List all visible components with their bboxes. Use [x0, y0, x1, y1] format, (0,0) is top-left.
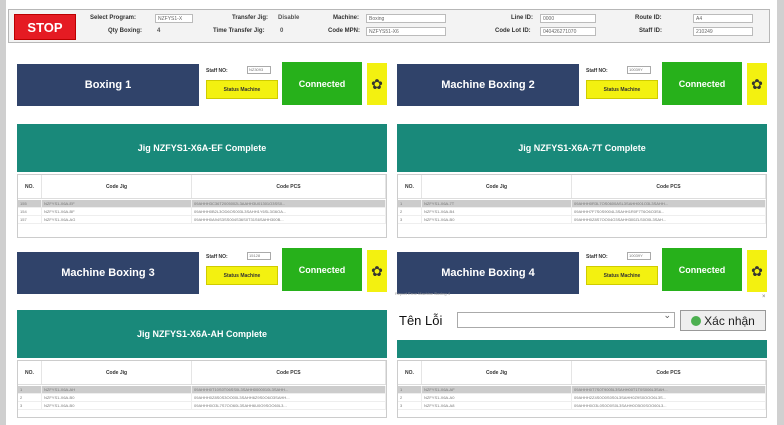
- table-row[interactable]: 2 NZFYS1-X6A-B0 09AHHH0Z8S0S3OO00L3SAHH6Z9…: [18, 394, 386, 402]
- col-code-jig: Code Jig: [422, 361, 572, 384]
- right-border: [777, 0, 784, 425]
- transfer-jig-value: Disable: [278, 15, 300, 21]
- confirm-label: Xác nhận: [704, 313, 755, 328]
- table-row[interactable]: 157 NZFYS1-X6A-AG 09AHHH0A94S3SS004S36S0T3…: [18, 216, 386, 224]
- col-no: NO.: [398, 175, 422, 198]
- status-machine-button-1[interactable]: Status Machine: [206, 80, 278, 99]
- jig-complete-header-1: Jig NZFYS1-X6A-EF Complete: [17, 124, 387, 172]
- close-icon[interactable]: ×: [762, 294, 766, 300]
- staff-no-field-4[interactable]: 10039Y: [627, 252, 651, 260]
- table-row[interactable]: 154 NZFYS1-X6A-BF 09AHHH0B2L3OD6OS003L3SAH…: [18, 208, 386, 216]
- left-border: [0, 0, 6, 425]
- time-transfer-value: 0: [280, 28, 284, 34]
- machine-field[interactable]: Boxing: [366, 14, 446, 23]
- connected-indicator-3: Connected: [282, 248, 362, 291]
- table-row[interactable]: 1 NZFYS1-X6A-7T 09AHHH0R3L7OS0600ASL3SAHH0…: [398, 200, 766, 208]
- table-row[interactable]: 1 NZFYS1-X6A-AF 09AHHH0T7S0T9005L3SAHH00T1…: [398, 386, 766, 394]
- code-lot-label: Code Lot ID:: [495, 28, 531, 34]
- table-4[interactable]: NO. Code Jig Code PCS 1 NZFYS1-X6A-AF 09AHHH…: [397, 360, 767, 418]
- jig-complete-header-3: Jig NZFYS1-X6A-AH Complete: [17, 310, 387, 358]
- table-row[interactable]: 155 NZFYS1-X6A-EF 09AHHH3C36T2005002L3AAHH…: [18, 200, 386, 208]
- connected-indicator-2: Connected: [662, 62, 742, 105]
- staff-no-label-1: Staff NO:: [206, 68, 228, 74]
- staff-no-field-2[interactable]: 10039Y: [627, 66, 651, 74]
- col-no: NO.: [18, 175, 42, 198]
- transfer-jig-label: Transfer Jig:: [232, 15, 269, 21]
- station-name-3: Machine Boxing 3: [17, 252, 199, 294]
- gear-icon[interactable]: ✿: [367, 250, 387, 292]
- table-row[interactable]: 2 NZFYS1-X6A-A0 09AHHH2Z4S0O0S0S0L3SAHH0Z9…: [398, 394, 766, 402]
- col-code-pcs: Code PCS: [572, 361, 766, 384]
- station-name-1: Boxing 1: [17, 64, 199, 106]
- code-mpn-field[interactable]: NZFYS51-X6: [366, 27, 446, 36]
- time-transfer-label: Time Transfer Jig:: [213, 28, 265, 34]
- col-no: NO.: [398, 361, 422, 384]
- staff-no-field-3[interactable]: 15128: [247, 252, 271, 260]
- qty-boxing-label: Qty Boxing:: [108, 28, 142, 34]
- select-program-label: Select Program:: [90, 15, 137, 21]
- staff-no-field-1[interactable]: NZ3093: [247, 66, 271, 74]
- table-3[interactable]: NO. Code Jig Code PCS 1 NZFYS1-X6A-AH 09AHHH…: [17, 360, 387, 418]
- dialog-title: Report Error Machine Boxing 4: [395, 291, 450, 296]
- col-no: NO.: [18, 361, 42, 384]
- table-row[interactable]: 1 NZFYS1-X6A-AH 09AHHH0T10S0T06SS0L3SAHH00…: [18, 386, 386, 394]
- error-dialog: Tên Lỗi Xác nhận: [395, 302, 770, 340]
- jig-complete-header-4: [397, 340, 767, 358]
- staff-no-label-3: Staff NO:: [206, 254, 228, 260]
- gear-icon[interactable]: ✿: [747, 250, 767, 292]
- error-name-label: Tên Lỗi: [399, 313, 443, 328]
- status-machine-button-4[interactable]: Status Machine: [586, 266, 658, 285]
- col-code-jig: Code Jig: [422, 175, 572, 198]
- machine-label: Machine:: [333, 15, 360, 21]
- table-2[interactable]: NO. Code Jig Code PCS 1 NZFYS1-X6A-7T 09AHHH…: [397, 174, 767, 238]
- col-code-pcs: Code PCS: [192, 175, 386, 198]
- stop-button[interactable]: STOP: [14, 14, 76, 40]
- jig-complete-header-2: Jig NZFYS1-X6A-7T Complete: [397, 124, 767, 172]
- line-id-field[interactable]: 0000: [540, 14, 596, 23]
- error-name-select[interactable]: [457, 310, 675, 328]
- code-lot-field[interactable]: 040426271070: [540, 27, 596, 36]
- staff-id-label: Staff ID:: [639, 28, 662, 34]
- connected-indicator-4: Connected: [662, 248, 742, 291]
- gear-icon[interactable]: ✿: [367, 63, 387, 105]
- staff-id-field[interactable]: 210249: [693, 27, 753, 36]
- confirm-button[interactable]: Xác nhận: [680, 310, 766, 331]
- check-icon: [691, 315, 702, 326]
- col-code-jig: Code Jig: [42, 175, 192, 198]
- station-name-2: Machine Boxing 2: [397, 64, 579, 106]
- table-row[interactable]: 3 NZFYS1-X6A-A8 09AHHH0O3L0S0O0S0L3SAHH0O5…: [398, 402, 766, 410]
- col-code-pcs: Code PCS: [192, 361, 386, 384]
- route-id-field[interactable]: A4: [693, 14, 753, 23]
- code-mpn-label: Code MPN:: [328, 28, 360, 34]
- col-code-pcs: Code PCS: [572, 175, 766, 198]
- status-machine-button-3[interactable]: Status Machine: [206, 266, 278, 285]
- table-row[interactable]: 3 NZFYS1-X6A-B0 09AHHH0O3L7S7OO60L3SAHH6U0…: [18, 402, 386, 410]
- table-1[interactable]: NO. Code Jig Code PCS 155 NZFYS1-X6A-EF 09AH…: [17, 174, 387, 238]
- staff-no-label-2: Staff NO:: [586, 68, 608, 74]
- col-code-jig: Code Jig: [42, 361, 192, 384]
- qty-boxing-value: 4: [157, 28, 161, 34]
- select-program-field[interactable]: NZFYS1-X: [155, 14, 193, 23]
- status-machine-button-2[interactable]: Status Machine: [586, 80, 658, 99]
- gear-icon[interactable]: ✿: [747, 63, 767, 105]
- connected-indicator-1: Connected: [282, 62, 362, 105]
- table-row[interactable]: 3 NZFYS1-X6A-B0 09AHHH0Z8S7OO04O3SAHH300ZL…: [398, 216, 766, 224]
- line-id-label: Line ID:: [511, 15, 533, 21]
- route-id-label: Route ID:: [635, 15, 662, 21]
- station-name-4: Machine Boxing 4: [397, 252, 579, 294]
- staff-no-label-4: Staff NO:: [586, 254, 608, 260]
- table-row[interactable]: 2 NZFYS1-X6A-B4 09AHHH7F7S0S9004L3SAHH1R0F…: [398, 208, 766, 216]
